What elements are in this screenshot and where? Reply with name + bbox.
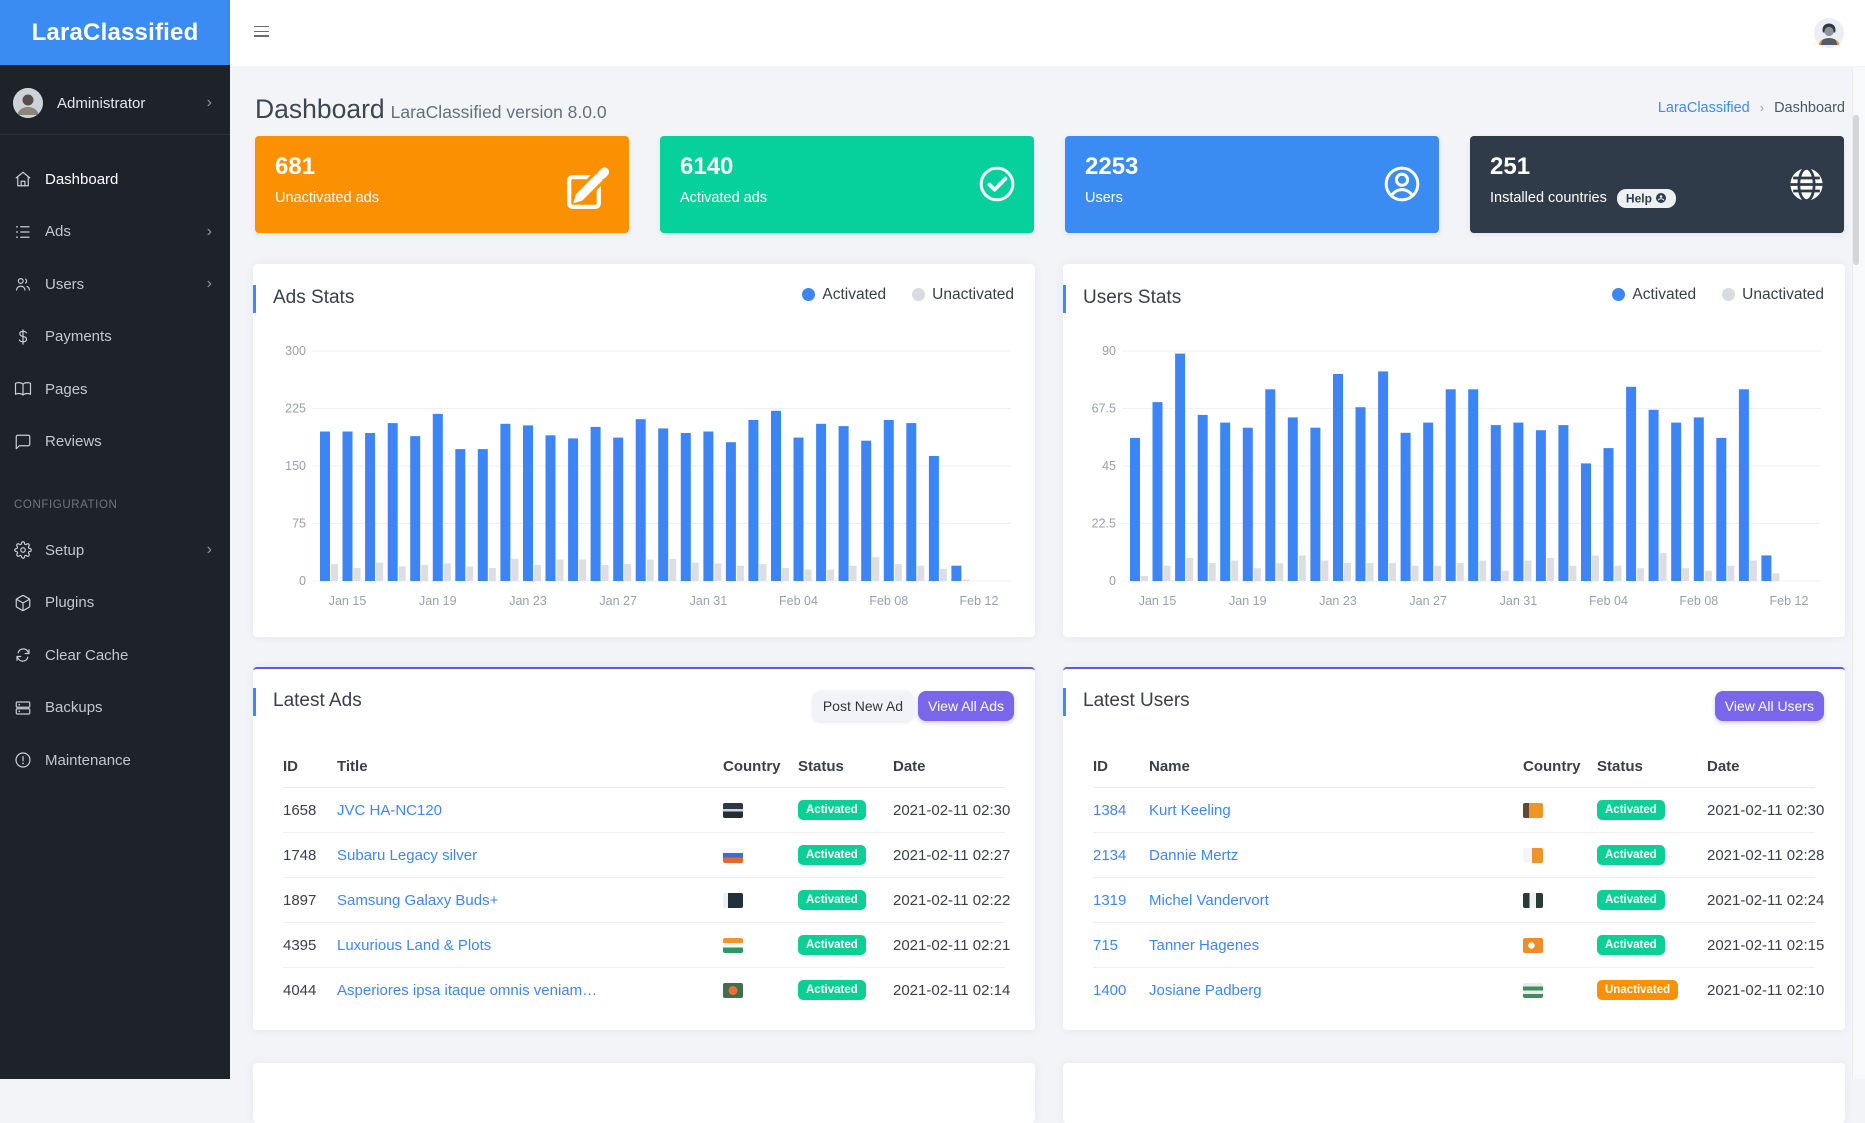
- svg-text:150: 150: [285, 459, 306, 473]
- svg-text:67.5: 67.5: [1092, 402, 1116, 416]
- svg-text:Jan 15: Jan 15: [329, 594, 367, 608]
- svg-text:Jan 19: Jan 19: [419, 594, 457, 608]
- svg-text:Feb 08: Feb 08: [869, 594, 908, 608]
- svg-text:0: 0: [299, 574, 306, 588]
- svg-text:Jan 31: Jan 31: [1500, 594, 1538, 608]
- svg-text:300: 300: [285, 344, 306, 358]
- svg-text:Jan 31: Jan 31: [690, 594, 728, 608]
- svg-text:75: 75: [292, 517, 306, 531]
- svg-text:Feb 04: Feb 04: [779, 594, 818, 608]
- svg-text:Feb 08: Feb 08: [1679, 594, 1718, 608]
- svg-text:Jan 27: Jan 27: [599, 594, 637, 608]
- svg-text:Jan 19: Jan 19: [1229, 594, 1267, 608]
- svg-text:Jan 23: Jan 23: [509, 594, 547, 608]
- svg-text:Feb 12: Feb 12: [1770, 594, 1809, 608]
- svg-text:Feb 12: Feb 12: [960, 594, 999, 608]
- svg-text:Jan 15: Jan 15: [1139, 594, 1177, 608]
- svg-text:90: 90: [1102, 344, 1116, 358]
- svg-text:0: 0: [1109, 574, 1116, 588]
- svg-text:Jan 23: Jan 23: [1319, 594, 1357, 608]
- svg-text:45: 45: [1102, 459, 1116, 473]
- svg-text:22.5: 22.5: [1092, 517, 1116, 531]
- svg-text:225: 225: [285, 402, 306, 416]
- svg-text:Jan 27: Jan 27: [1409, 594, 1447, 608]
- svg-text:Feb 04: Feb 04: [1589, 594, 1628, 608]
